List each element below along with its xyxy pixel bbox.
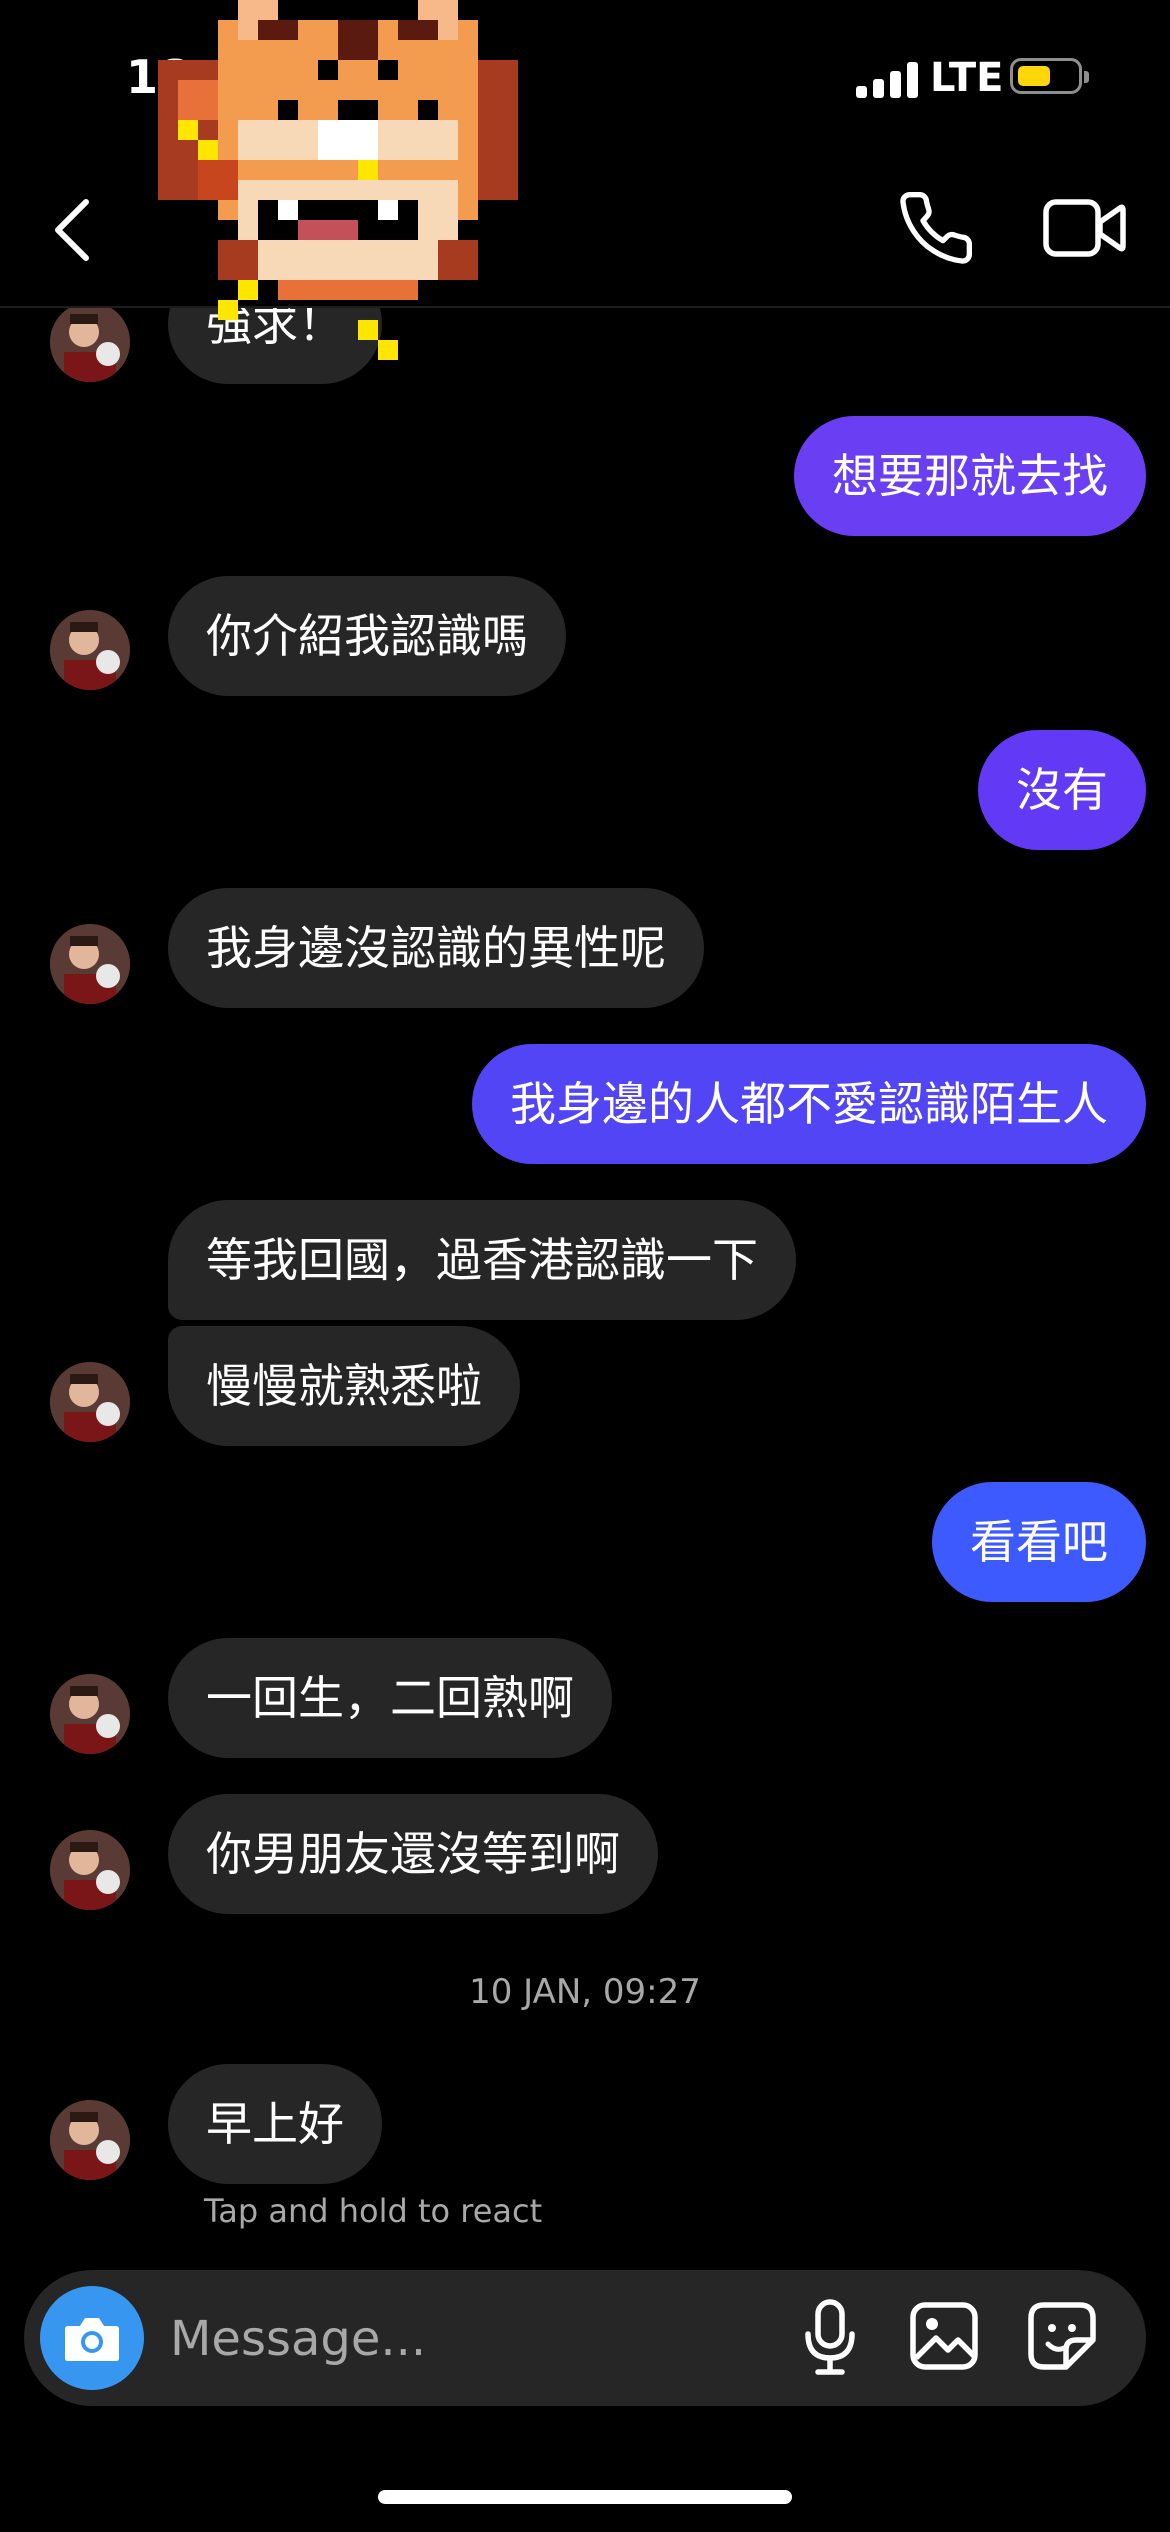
message-input[interactable]	[168, 2298, 772, 2380]
sticker-icon[interactable]	[1026, 2300, 1098, 2372]
camera-button[interactable]	[40, 2286, 144, 2390]
avatar[interactable]	[50, 2100, 130, 2180]
outgoing-message[interactable]: 沒有	[978, 730, 1146, 850]
avatar[interactable]	[50, 1830, 130, 1910]
avatar[interactable]	[50, 1362, 130, 1442]
avatar[interactable]	[50, 1674, 130, 1754]
avatar[interactable]	[50, 610, 130, 690]
incoming-message[interactable]: 一回生，二回熟啊	[168, 1638, 612, 1758]
avatar[interactable]	[50, 924, 130, 1004]
incoming-message[interactable]: 早上好	[168, 2064, 382, 2184]
outgoing-message[interactable]: 我身邊的人都不愛認識陌生人	[472, 1044, 1146, 1164]
incoming-message[interactable]: 你男朋友還沒等到啊	[168, 1794, 658, 1914]
outgoing-message[interactable]: 想要那就去找	[794, 416, 1146, 536]
signal-icon	[856, 62, 920, 98]
incoming-message[interactable]: 等我回國，過香港認識一下	[168, 1200, 796, 1320]
message-thread[interactable]: 強求！ 想要那就去找 你介紹我認識嗎 沒有 我身邊沒認識的異性呢 我身邊的人都不…	[0, 300, 1170, 2260]
incoming-message[interactable]: 你介紹我認識嗎	[168, 576, 566, 696]
react-hint: Tap and hold to react	[204, 2192, 543, 2230]
phone-icon[interactable]	[896, 188, 976, 268]
outgoing-message[interactable]: 看看吧	[932, 1482, 1146, 1602]
avatar[interactable]	[50, 302, 130, 382]
incoming-message[interactable]: 我身邊沒認識的異性呢	[168, 888, 704, 1008]
chevron-left-icon[interactable]	[46, 190, 102, 270]
tiger-sticker-icon	[158, 0, 518, 360]
message-timestamp: 10 JAN, 09:27	[469, 1972, 701, 2012]
image-icon[interactable]	[908, 2300, 980, 2372]
incoming-message[interactable]: 慢慢就熟悉啦	[168, 1326, 520, 1446]
camera-icon	[65, 2318, 119, 2361]
microphone-icon[interactable]	[800, 2298, 860, 2378]
home-indicator	[378, 2490, 792, 2504]
battery-icon	[1010, 58, 1089, 94]
message-composer	[24, 2270, 1146, 2406]
network-label: LTE	[930, 55, 1004, 101]
video-camera-icon[interactable]	[1042, 190, 1126, 266]
